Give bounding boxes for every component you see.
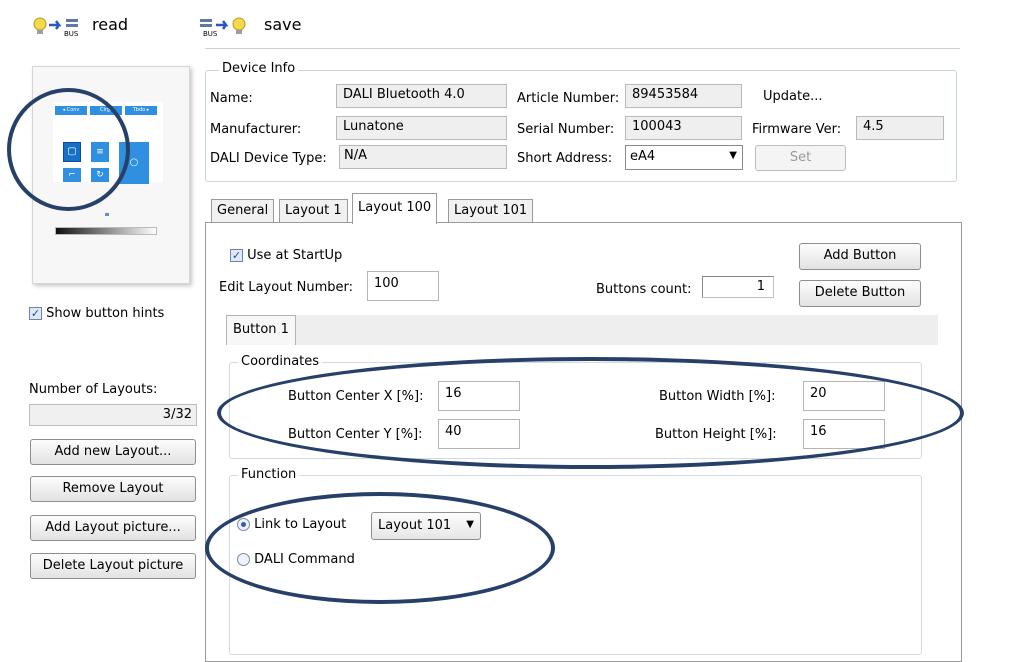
firmware-label: Firmware Ver: [752,122,842,137]
firmware-field: 4.5 [856,116,944,140]
checkbox-checked-icon: ✓ [230,249,243,262]
center-y-value: 40 [445,424,462,439]
device-type-value: N/A [344,148,367,163]
buttons-count-value: 1 [756,279,765,294]
bus-caption: BUS [64,30,79,38]
buttons-count-field: 1 [702,276,774,298]
serial-number-field: 100043 [625,116,742,140]
center-x-input[interactable]: 16 [438,381,520,411]
edit-layout-number-value: 100 [374,276,399,291]
preview-tile-selected: ▢ [63,142,81,162]
show-hints-checkbox[interactable]: ✓ Show button hints [29,306,164,321]
short-address-value: eA4 [630,149,656,164]
preview-top-button: Clrgr [90,106,122,115]
preview-top-button: Tbdo ▸ [125,106,157,115]
coordinates-legend: Coordinates [238,354,323,369]
manufacturer-label: Manufacturer: [210,122,302,137]
preview-dot [105,213,109,216]
add-layout-picture-button[interactable]: Add Layout picture... [30,515,196,541]
preview-screen: ◂ Conv Clrgr Tbdo ▸ ▢ ≡ ⌐ ↻ ○ [53,102,163,184]
checkbox-checked-icon: ✓ [29,307,42,320]
preview-tile: ⌐ [63,168,81,182]
delete-layout-picture-button[interactable]: Delete Layout picture [30,553,196,579]
height-input[interactable]: 16 [803,419,885,449]
tab-general[interactable]: General [211,199,275,223]
add-button[interactable]: Add Button [799,243,921,270]
firmware-value: 4.5 [863,119,884,134]
article-number-field: 89453584 [625,84,742,108]
article-number-label: Article Number: [517,91,620,106]
use-at-startup-label: Use at StartUp [247,248,343,263]
add-new-layout-button[interactable]: Add new Layout... [30,439,196,465]
buttons-count-label: Buttons count: [596,282,692,297]
tab-layout-1[interactable]: Layout 1 [279,199,348,223]
device-info-legend: Device Info [219,61,299,76]
preview-tile: ↻ [91,168,109,182]
chevron-down-icon: ▼ [729,150,737,161]
read-button[interactable]: BUS read [32,14,142,44]
link-to-layout-label: Link to Layout [254,517,347,532]
preview-top-button: ◂ Conv [55,106,87,115]
short-address-select[interactable]: eA4 ▼ [625,145,743,170]
manufacturer-value: Lunatone [343,119,404,134]
width-input[interactable]: 20 [803,381,885,411]
name-value: DALI Bluetooth 4.0 [343,87,465,102]
dali-command-label: DALI Command [254,552,355,567]
button-tab-strip [226,315,938,345]
chevron-down-icon: ▼ [466,519,474,530]
dali-command-radio[interactable]: DALI Command [237,552,355,567]
function-legend: Function [238,467,300,482]
delete-button[interactable]: Delete Button [799,280,921,307]
toolbar: BUS read BUS save [0,0,1020,49]
device-type-label: DALI Device Type: [210,151,327,166]
edit-layout-number-label: Edit Layout Number: [219,280,354,295]
save-button[interactable]: BUS save [198,14,308,44]
toolbar-divider [205,48,960,49]
layout-count-value: 3/32 [162,407,192,422]
update-link[interactable]: Update... [763,89,822,104]
center-x-label: Button Center X [%]: [288,389,424,404]
device-type-field: N/A [339,145,507,169]
tab-layout-101[interactable]: Layout 101 [448,199,534,223]
preview-power-tile: ○ [119,142,149,184]
height-label: Button Height [%]: [655,427,777,442]
article-number-value: 89453584 [632,87,699,102]
serial-number-value: 100043 [632,119,682,134]
tab-button-1[interactable]: Button 1 [226,315,296,345]
name-field: DALI Bluetooth 4.0 [336,84,507,108]
bus-caption: BUS [203,30,218,38]
radio-selected-icon [237,518,250,531]
center-x-value: 16 [445,386,462,401]
edit-layout-number-input[interactable]: 100 [367,271,439,301]
remove-layout-button[interactable]: Remove Layout [30,476,196,502]
link-target-select[interactable]: Layout 101 ▼ [371,512,481,540]
serial-number-label: Serial Number: [517,122,615,137]
link-to-layout-radio[interactable]: Link to Layout [237,517,346,532]
manufacturer-field: Lunatone [336,116,507,140]
width-label: Button Width [%]: [659,389,776,404]
link-target-value: Layout 101 [378,518,452,533]
layout-count-field: 3/32 [29,404,197,426]
read-label: read [92,15,129,34]
layout-preview[interactable]: ◂ Conv Clrgr Tbdo ▸ ▢ ≡ ⌐ ↻ ○ [32,66,190,284]
number-of-layouts-label: Number of Layouts: [29,382,158,397]
height-value: 16 [810,424,827,439]
use-at-startup-checkbox[interactable]: ✓ Use at StartUp [230,248,342,263]
preview-gradient-bar [55,227,157,235]
center-y-label: Button Center Y [%]: [288,427,423,442]
show-hints-label: Show button hints [46,306,165,321]
name-label: Name: [210,91,253,106]
radio-unselected-icon [237,553,250,566]
preview-tile: ≡ [91,142,109,162]
short-address-label: Short Address: [517,151,613,166]
save-label: save [264,15,302,34]
width-value: 20 [810,386,827,401]
center-y-input[interactable]: 40 [438,419,520,449]
tab-layout-100[interactable]: Layout 100 [352,193,438,224]
set-button[interactable]: Set [755,145,846,171]
